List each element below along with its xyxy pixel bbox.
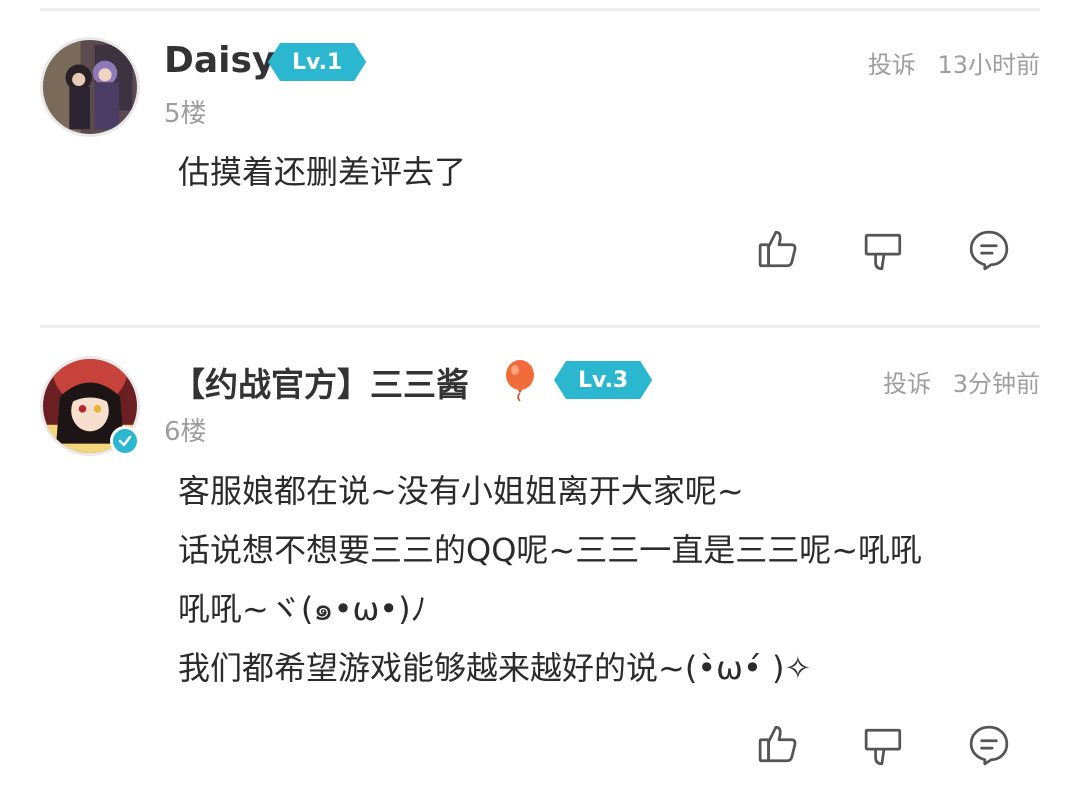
report-button[interactable]: 投诉 — [883, 370, 931, 398]
username[interactable]: 【约战官方】三三酱 — [172, 358, 469, 406]
comment-meta: 投诉 3分钟前 — [883, 364, 1040, 399]
thumbs-up-icon — [758, 725, 797, 763]
comment-line: 话说想不想要三三的QQ呢~三三一直是三三呢~吼吼 — [178, 531, 923, 569]
comment-line: 吼吼~ヾ(๑•ω•)ﾉ — [178, 590, 427, 628]
thumbs-down-icon — [864, 728, 902, 766]
comment-line: 我们都希望游戏能够越来越好的说~(•̀ω•́ )✧ — [178, 649, 812, 687]
comment-item: 【约战官方】三三酱 Lv.3 6楼 投诉 3分钟前 客服娘都在说~没有小姐姐离开… — [0, 0, 1080, 803]
dislike-button[interactable] — [862, 725, 906, 769]
balloon-icon — [502, 360, 538, 402]
floor-number: 6楼 — [164, 417, 207, 447]
reply-button[interactable] — [967, 723, 1011, 767]
verified-check-icon — [110, 426, 140, 456]
timestamp: 3分钟前 — [952, 370, 1040, 398]
comment-body: 客服娘都在说~没有小姐姐离开大家呢~ 话说想不想要三三的QQ呢~三三一直是三三呢… — [178, 462, 1048, 698]
reply-icon — [969, 725, 1009, 766]
comment-line: 客服娘都在说~没有小姐姐离开大家呢~ — [178, 472, 744, 510]
level-badge: Lv.3 — [554, 361, 652, 399]
like-button[interactable] — [756, 722, 800, 766]
